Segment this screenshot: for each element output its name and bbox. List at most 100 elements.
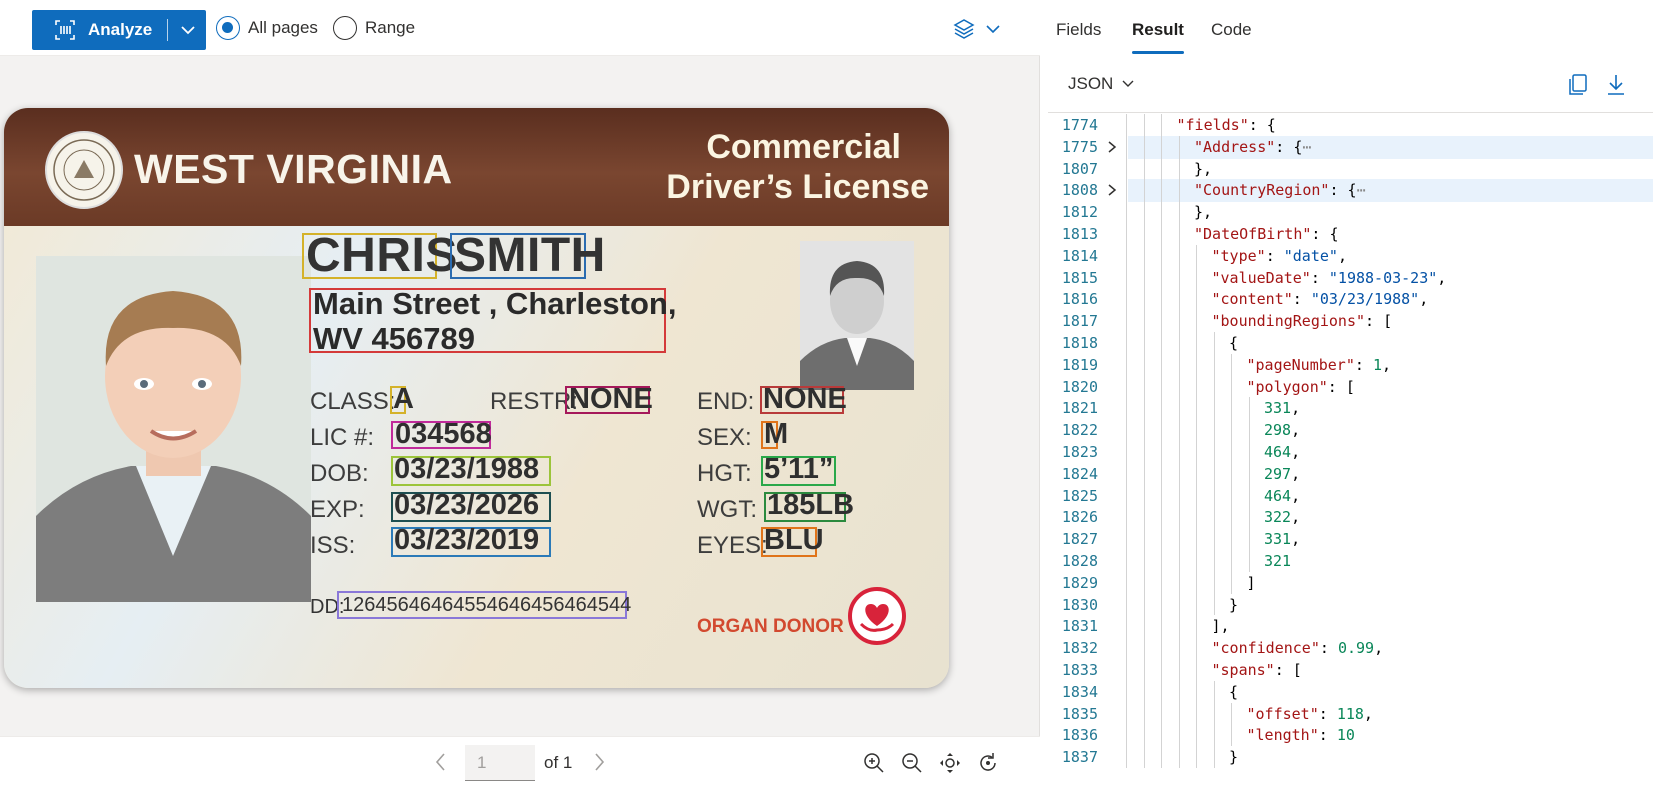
wgt-value: 185LB <box>767 489 855 521</box>
line-number: 1824 <box>1061 464 1098 483</box>
hgt-label: HGT: <box>697 460 752 487</box>
chevron-right-icon[interactable] <box>1105 139 1119 155</box>
line-number: 1832 <box>1061 639 1098 658</box>
indent-guide <box>1178 571 1180 594</box>
indent-guide <box>1161 397 1162 420</box>
indent-guide <box>1231 506 1232 529</box>
code-token: 331 <box>1264 399 1292 418</box>
indent-guide <box>1143 375 1145 398</box>
line-number: 1836 <box>1061 726 1098 745</box>
dob-value: 03/23/1988 <box>394 453 540 485</box>
indent-guide <box>1178 680 1180 703</box>
indent-guide <box>1126 680 1127 703</box>
indent-guide <box>1248 550 1250 572</box>
code-token: : [ <box>1274 661 1302 679</box>
code-token: 298 <box>1264 421 1292 440</box>
code-token: : <box>1310 268 1329 287</box>
indent-guide <box>1231 353 1232 376</box>
tab-code[interactable]: Code <box>1211 20 1252 40</box>
code-token: , <box>1291 530 1301 549</box>
document-viewer: Analyze All pages Range WEST VIRGINIA Co… <box>0 0 1040 786</box>
line-number: 1826 <box>1061 508 1098 527</box>
line-number: 1817 <box>1061 312 1098 331</box>
code-token: : { <box>1311 225 1339 243</box>
indent-guide <box>1126 484 1127 507</box>
code-token: , <box>1291 508 1301 527</box>
line-number: 1837 <box>1061 748 1098 767</box>
radio-all-pages-circle[interactable] <box>216 16 240 40</box>
code-token: : <box>1265 246 1284 265</box>
json-code-editor[interactable]: 1774 "fields": {1775 "Address": {⋯ 1807}, 18… <box>1048 112 1653 786</box>
indent-guide <box>1143 506 1145 529</box>
chevron-left-icon[interactable] <box>432 751 450 773</box>
chevron-right-icon[interactable] <box>1105 182 1119 198</box>
format-dropdown[interactable]: JSON <box>1068 74 1135 94</box>
indent-guide <box>1196 288 1197 311</box>
code-token: , <box>1374 639 1384 658</box>
code-line: 1818 { <box>1048 332 1653 355</box>
indent-guide <box>1196 746 1197 768</box>
radio-range[interactable]: Range <box>333 16 415 40</box>
indent-guide <box>1126 201 1127 223</box>
code-line: 1824 297, <box>1048 462 1653 486</box>
page-number-input[interactable]: 1 <box>465 745 535 781</box>
end-label: END: <box>697 388 755 415</box>
indent-guide <box>1161 353 1162 376</box>
code-text: } <box>1229 596 1238 614</box>
indent-guide <box>1178 637 1180 659</box>
indent-guide <box>1126 593 1127 616</box>
indent-guide <box>1213 441 1215 463</box>
code-line: 1837} <box>1048 746 1653 769</box>
indent-guide <box>1196 528 1197 550</box>
copy-icon[interactable] <box>1566 72 1590 98</box>
indent-guide <box>1178 397 1180 420</box>
indent-guide <box>1196 353 1197 376</box>
indent-guide <box>1126 179 1127 202</box>
zoom-out-icon[interactable] <box>900 751 924 775</box>
fit-to-page-icon[interactable] <box>938 751 962 775</box>
code-token: "DateOfBirth" <box>1194 225 1312 243</box>
lic-label: LIC #: <box>310 424 375 451</box>
code-token: "valueDate" <box>1211 268 1311 287</box>
indent-guide <box>1248 441 1250 463</box>
code-token: "pageNumber" <box>1246 355 1355 374</box>
line-number: 1834 <box>1061 682 1098 701</box>
indent-guide <box>1248 462 1250 485</box>
tab-fields[interactable]: Fields <box>1056 20 1101 40</box>
zoom-in-icon[interactable] <box>862 751 886 775</box>
indent-guide <box>1143 637 1145 659</box>
result-panel: Fields Result Code JSON 1774 "fields": {1… <box>1048 0 1653 786</box>
first-name: CHRIS <box>306 229 458 282</box>
code-text: 321 <box>1264 552 1291 570</box>
code-text: "fields": { <box>1177 116 1276 134</box>
download-icon[interactable] <box>1604 72 1628 98</box>
indent-guide <box>1231 441 1232 463</box>
code-token: : <box>1318 704 1337 723</box>
code-token: , <box>1291 464 1301 483</box>
dd-value: 12645646464554646456464544 <box>342 594 632 616</box>
line-number: 1815 <box>1061 268 1098 287</box>
tab-result[interactable]: Result <box>1132 20 1184 40</box>
radio-range-circle[interactable] <box>333 16 357 40</box>
indent-guide <box>1178 615 1180 638</box>
indent-guide <box>1126 244 1127 267</box>
indent-guide <box>1161 223 1162 245</box>
chevron-right-icon[interactable] <box>590 751 608 773</box>
indent-guide <box>1196 506 1197 529</box>
indent-guide <box>1178 441 1180 463</box>
line-number: 1807 <box>1061 159 1098 178</box>
line-number: 1816 <box>1061 290 1098 309</box>
rotate-icon[interactable] <box>976 751 1000 775</box>
layers-icon[interactable] <box>953 18 1007 40</box>
indent-guide <box>1143 680 1145 703</box>
chevron-down-icon[interactable] <box>177 19 199 41</box>
radio-all-pages[interactable]: All pages <box>216 16 318 40</box>
indent-guide <box>1231 375 1232 398</box>
code-text: 331, <box>1264 530 1300 548</box>
indent-guide <box>1213 506 1215 529</box>
indent-guide <box>1231 571 1232 594</box>
indent-guide <box>1213 593 1215 616</box>
analyze-button[interactable]: Analyze <box>32 10 206 50</box>
line-number: 1830 <box>1061 595 1098 614</box>
indent-guide <box>1143 550 1145 572</box>
